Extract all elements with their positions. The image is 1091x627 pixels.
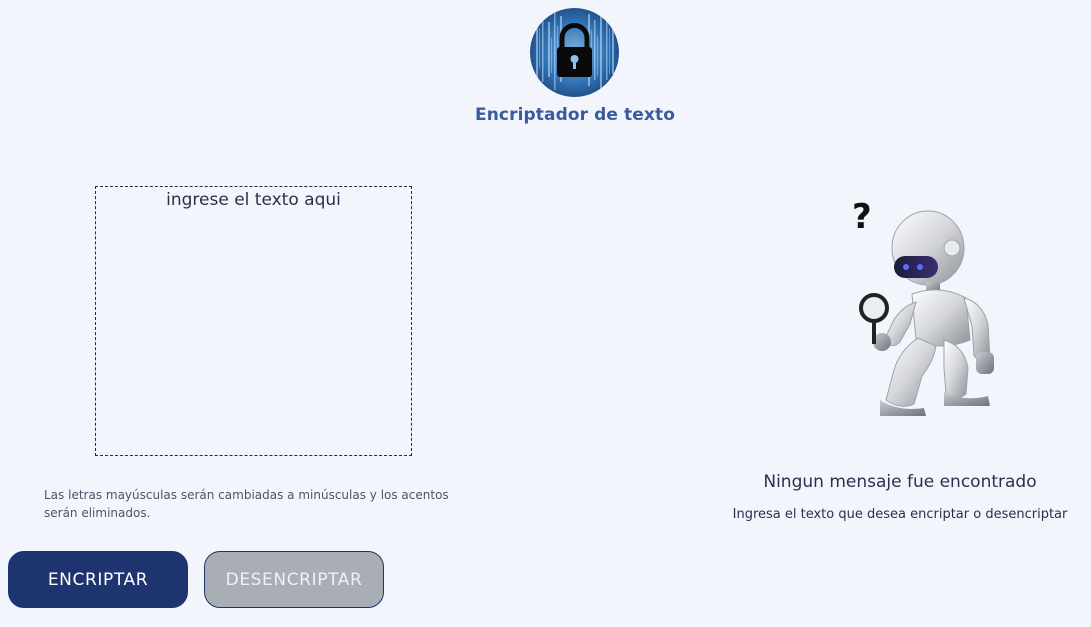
encrypt-button[interactable]: ENCRIPTAR bbox=[8, 551, 188, 608]
text-input-container bbox=[95, 186, 412, 456]
text-input[interactable] bbox=[96, 187, 411, 455]
logo-padlock-icon bbox=[530, 8, 619, 97]
page-title: Encriptador de texto bbox=[475, 105, 675, 125]
empty-message-subtitle: Ingresa el texto que desea encriptar o d… bbox=[732, 507, 1068, 522]
empty-message-title: Ningun mensaje fue encontrado bbox=[763, 472, 1037, 492]
svg-text:?: ? bbox=[852, 197, 872, 237]
hint-text: Las letras mayúsculas serán cambiadas a … bbox=[44, 488, 449, 520]
robot-magnifier-icon: ? bbox=[840, 190, 1010, 420]
decrypt-button[interactable]: DESENCRIPTAR bbox=[204, 551, 384, 608]
